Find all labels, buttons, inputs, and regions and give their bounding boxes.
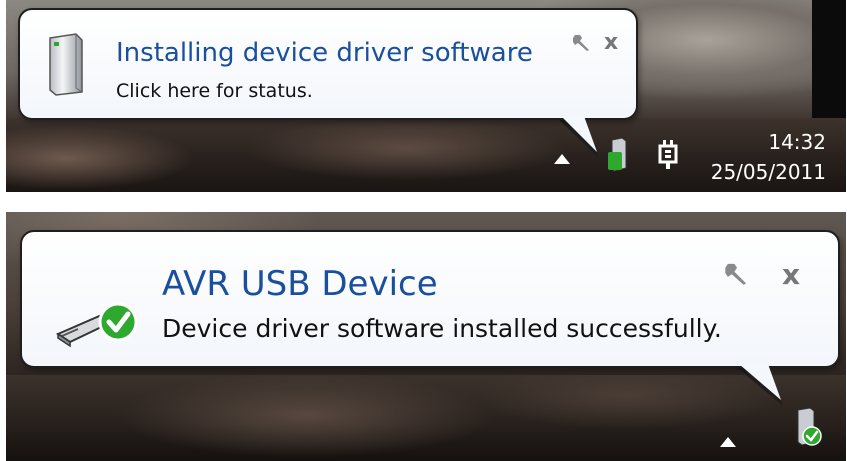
close-icon[interactable]: x	[604, 30, 618, 55]
show-hidden-icons-arrow[interactable]	[720, 437, 736, 447]
power-plug-icon[interactable]	[656, 138, 682, 170]
notification-status-link[interactable]: Click here for status.	[116, 80, 313, 102]
notification-title: AVR USB Device	[162, 264, 438, 304]
taskbar	[6, 375, 846, 461]
notification-balloon-installing[interactable]: Installing device driver software Click …	[18, 8, 638, 120]
notification-message: Device driver software installed success…	[162, 314, 722, 343]
device-tower-icon	[49, 33, 83, 96]
clock-date[interactable]: 25/05/2011	[706, 160, 826, 184]
device-installed-tray-icon[interactable]	[794, 408, 822, 446]
device-install-icon[interactable]	[606, 138, 628, 172]
desktop-dark-area	[812, 0, 846, 120]
wrench-icon[interactable]	[724, 260, 750, 293]
close-icon[interactable]: x	[782, 258, 800, 291]
clock-time[interactable]: 14:32	[726, 130, 826, 154]
notification-title: Installing device driver software	[116, 38, 533, 68]
installing-notification-screenshot: Installing device driver software Click …	[6, 0, 846, 192]
usb-device-checkmark-icon	[55, 302, 138, 348]
installed-notification-screenshot: AVR USB Device Device driver software in…	[6, 212, 846, 461]
notification-balloon-installed[interactable]: AVR USB Device Device driver software in…	[20, 230, 840, 368]
wrench-icon[interactable]	[572, 32, 592, 57]
show-hidden-icons-arrow[interactable]	[554, 154, 570, 164]
